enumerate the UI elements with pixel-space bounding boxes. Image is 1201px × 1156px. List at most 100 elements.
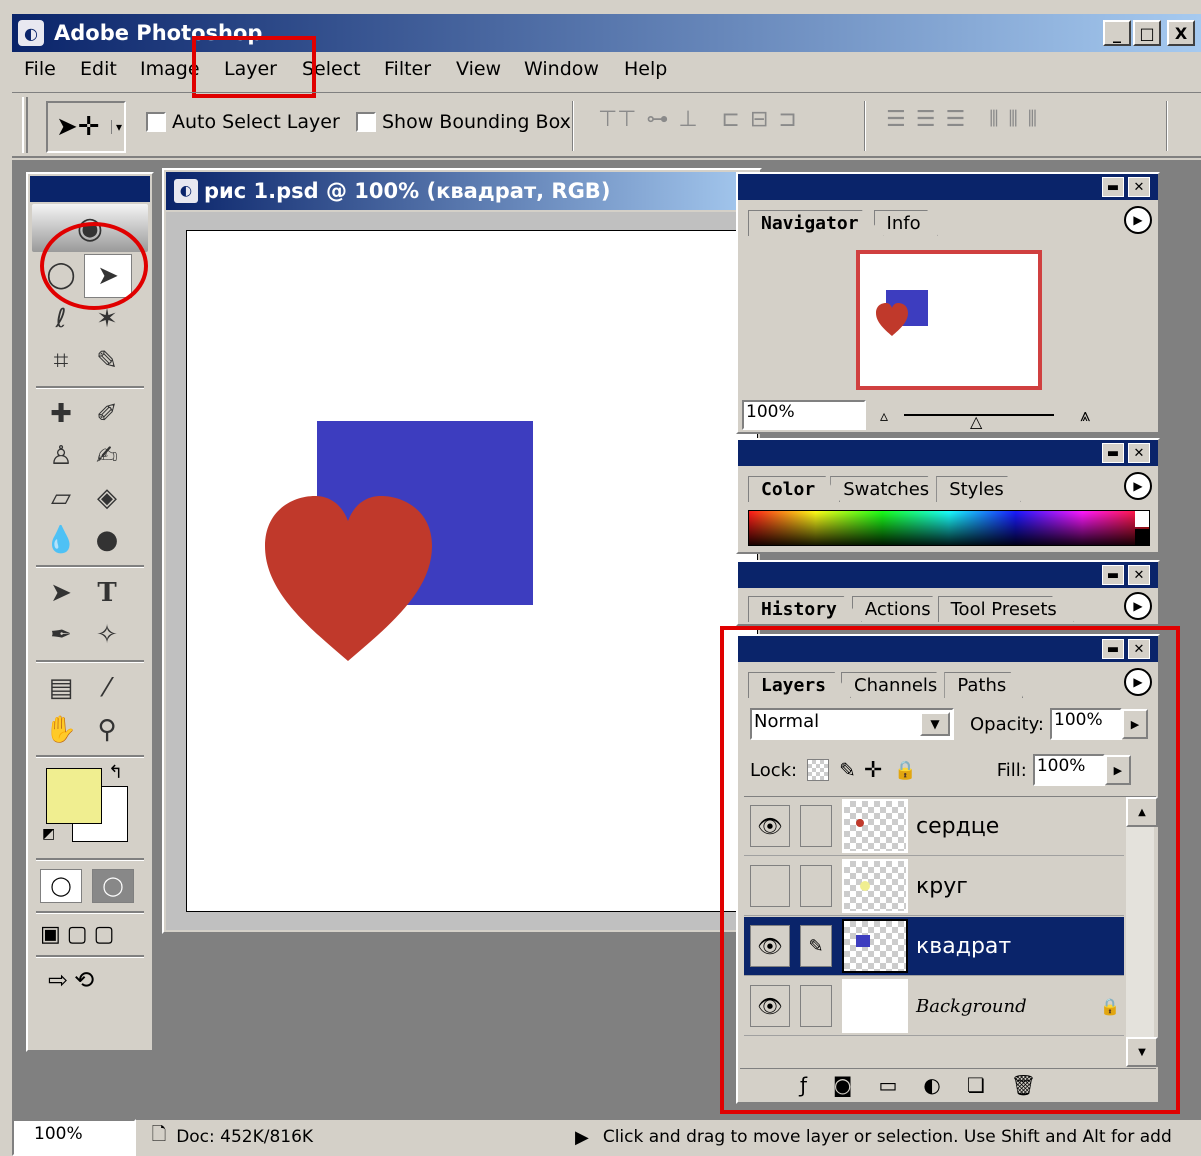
foreground-color-swatch[interactable]: [46, 768, 102, 824]
align-bottom-icon[interactable]: ⊥: [678, 107, 697, 132]
distribute-hcenter-icon[interactable]: ⫴: [1008, 107, 1017, 132]
annotation-rect-layers-panel: [720, 626, 1180, 1114]
bounding-box-checkbox[interactable]: [356, 112, 376, 132]
panel-menu-icon[interactable]: ▶: [1124, 592, 1152, 620]
status-zoom-field[interactable]: 100%: [12, 1118, 136, 1156]
pen-tool-icon[interactable]: ✒: [38, 614, 84, 656]
panel-close-icon[interactable]: ✕: [1128, 443, 1150, 463]
full-screen-mode-icon[interactable]: ▢: [94, 922, 115, 947]
chevron-down-icon: ▾: [110, 120, 122, 134]
eraser-tool-icon[interactable]: ▱: [38, 477, 84, 519]
auto-select-label: Auto Select Layer: [172, 111, 340, 133]
canvas-artwork: [265, 421, 533, 661]
panel-minimize-icon[interactable]: ▬: [1102, 177, 1124, 197]
annotation-circle-tools: [40, 222, 148, 310]
notes-tool-icon[interactable]: ▤: [38, 667, 84, 709]
tab-layers[interactable]: Layers: [748, 672, 852, 698]
title-bar: ◐ Adobe Photoshop _ □ X: [12, 14, 1201, 52]
history-panel: ▬ ✕ History Actions Tool Presets ▶: [736, 560, 1160, 626]
distribute-top-icon[interactable]: ☰: [886, 107, 906, 132]
menu-filter[interactable]: Filter: [384, 58, 431, 80]
tab-actions[interactable]: Actions: [851, 596, 948, 622]
canvas[interactable]: [186, 230, 758, 912]
document-icon: ◐: [174, 179, 198, 203]
quick-mask-mode-icon[interactable]: ◯: [92, 869, 134, 903]
document-title-bar: ◐ рис 1.psd @ 100% (квадрат, RGB): [166, 172, 758, 210]
crop-tool-icon[interactable]: ⌗: [38, 340, 84, 382]
paint-bucket-tool-icon[interactable]: ◈: [84, 477, 130, 519]
slice-tool-icon[interactable]: ✎: [84, 340, 130, 382]
status-doc-size: Doc: 452K/816K: [176, 1127, 314, 1147]
zoom-in-icon[interactable]: ⩓: [1080, 405, 1090, 426]
menu-file[interactable]: File: [24, 58, 56, 80]
dodge-tool-icon[interactable]: ●: [84, 519, 130, 561]
tool-preset-picker[interactable]: ➤✛ ▾: [46, 101, 126, 153]
menu-view[interactable]: View: [456, 58, 501, 80]
panel-close-icon[interactable]: ✕: [1128, 177, 1150, 197]
maximize-button[interactable]: □: [1133, 20, 1161, 46]
distribute-left-icon[interactable]: ⫴: [989, 107, 998, 132]
path-selection-tool-icon[interactable]: ➤: [38, 572, 84, 614]
color-panel: ▬ ✕ Color Swatches Styles ▶: [736, 438, 1160, 554]
tab-color[interactable]: Color: [748, 476, 841, 502]
type-tool-icon[interactable]: T: [84, 572, 130, 614]
canvas-area: [166, 212, 758, 930]
eyedropper-tool-icon[interactable]: ⁄: [84, 667, 130, 709]
status-hint: Click and drag to move layer or selectio…: [602, 1127, 1172, 1147]
bounding-box-label: Show Bounding Box: [382, 111, 571, 133]
distribute-bottom-icon[interactable]: ☰: [945, 107, 965, 132]
align-right-icon[interactable]: ⊐: [778, 107, 796, 132]
status-menu-arrow-icon[interactable]: ▶: [575, 1127, 589, 1148]
menu-bar: File Edit Image Layer Select Filter View…: [12, 54, 1201, 90]
menu-help[interactable]: Help: [624, 58, 667, 80]
tab-swatches[interactable]: Swatches: [830, 476, 947, 502]
menu-window[interactable]: Window: [524, 58, 599, 80]
jump-to-imageready-icon[interactable]: ⇨: [48, 966, 68, 994]
swap-colors-icon[interactable]: ↰: [108, 762, 123, 783]
menu-image[interactable]: Image: [140, 58, 200, 80]
standard-mode-icon[interactable]: ◯: [40, 869, 82, 903]
panel-menu-icon[interactable]: ▶: [1124, 472, 1152, 500]
tab-history[interactable]: History: [748, 596, 862, 622]
minimize-button[interactable]: _: [1103, 20, 1131, 46]
tab-navigator[interactable]: Navigator: [748, 210, 884, 236]
panel-close-icon[interactable]: ✕: [1128, 565, 1150, 585]
align-left-icon[interactable]: ⊏: [722, 107, 740, 132]
tab-styles[interactable]: Styles: [936, 476, 1021, 502]
panel-minimize-icon[interactable]: ▬: [1102, 565, 1124, 585]
align-vcenter-icon[interactable]: ⊶: [646, 107, 668, 132]
zoom-slider-thumb[interactable]: △: [970, 412, 982, 431]
standard-screen-mode-icon[interactable]: ▣: [40, 922, 61, 947]
brush-tool-icon[interactable]: ✐: [84, 393, 130, 435]
color-spectrum-ramp[interactable]: [748, 510, 1150, 546]
zoom-slider[interactable]: △: [904, 412, 1055, 431]
panel-minimize-icon[interactable]: ▬: [1102, 443, 1124, 463]
history-brush-tool-icon[interactable]: ✍: [84, 435, 130, 477]
options-bar: ➤✛ ▾ Auto Select Layer Show Bounding Box…: [12, 92, 1201, 158]
panel-menu-icon[interactable]: ▶: [1124, 206, 1152, 234]
imageready-icon[interactable]: ⟲: [74, 966, 94, 994]
zoom-out-icon[interactable]: ▵: [880, 406, 888, 425]
healing-brush-tool-icon[interactable]: ✚: [38, 393, 84, 435]
document-info-icon[interactable]: 🗋: [152, 1122, 166, 1152]
full-screen-menu-mode-icon[interactable]: ▢: [67, 922, 88, 947]
blur-tool-icon[interactable]: 💧: [38, 519, 84, 561]
tab-tool-presets[interactable]: Tool Presets: [937, 596, 1074, 622]
menu-edit[interactable]: Edit: [80, 58, 117, 80]
tab-info[interactable]: Info: [873, 210, 938, 236]
default-colors-icon[interactable]: ◩: [42, 826, 55, 842]
clone-stamp-tool-icon[interactable]: ♙: [38, 435, 84, 477]
distribute-vcenter-icon[interactable]: ☰: [916, 107, 936, 132]
distribute-right-icon[interactable]: ⫴: [1028, 107, 1037, 132]
zoom-tool-icon[interactable]: ⚲: [84, 709, 130, 751]
navigator-zoom-field[interactable]: 100%: [742, 400, 866, 430]
auto-select-checkbox[interactable]: [146, 112, 166, 132]
align-top-icon[interactable]: ⊤⊤: [598, 107, 636, 132]
navigator-panel: ▬ ✕ Navigator Info ▶ 100% ▵ △ ⩓: [736, 172, 1160, 434]
align-hcenter-icon[interactable]: ⊟: [750, 107, 768, 132]
custom-shape-tool-icon[interactable]: ✧: [84, 614, 130, 656]
move-tool-icon: ➤✛: [56, 112, 100, 142]
hand-tool-icon[interactable]: ✋: [38, 709, 84, 751]
close-button[interactable]: X: [1167, 20, 1195, 46]
align-buttons: ⊤⊤ ⊶ ⊥ ⊏ ⊟ ⊐: [598, 107, 797, 132]
